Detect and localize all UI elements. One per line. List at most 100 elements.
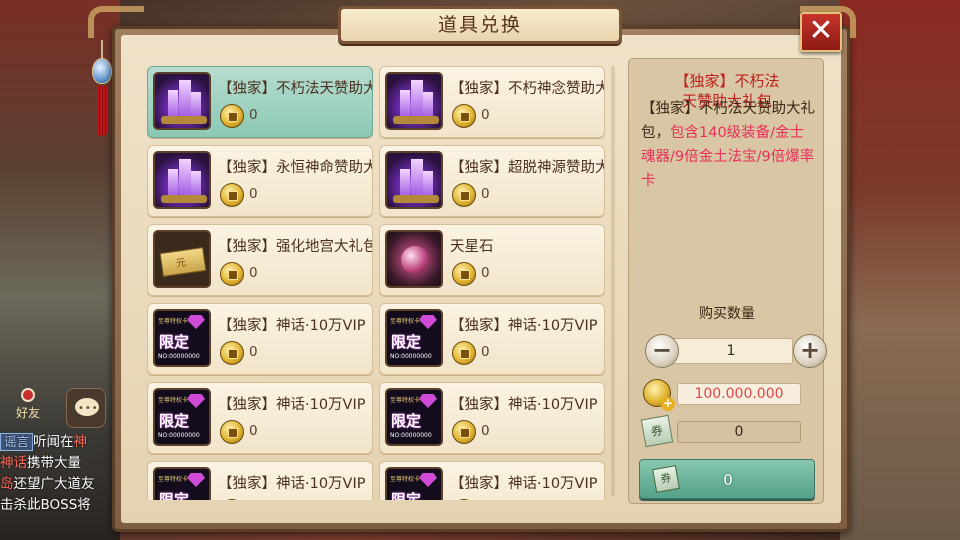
item-price: 0 bbox=[249, 186, 258, 202]
item-price: 0 bbox=[481, 344, 490, 360]
item-name: 【独家】超脱神源赞助大礼包 bbox=[450, 160, 604, 176]
friends-button[interactable]: 好友 bbox=[8, 388, 48, 428]
gold-coin-add-icon[interactable] bbox=[643, 379, 675, 411]
quantity-label: 购买数量 bbox=[699, 306, 755, 322]
item-list-scrollbar[interactable] bbox=[611, 66, 615, 496]
crystal-pack-icon bbox=[153, 72, 211, 130]
notification-dot-icon bbox=[21, 388, 35, 402]
chat-button[interactable]: ••• bbox=[66, 388, 106, 428]
red-tassel-icon bbox=[97, 86, 107, 136]
item-card[interactable]: 至尊特权卡限定NO:00000000 【独家】神话·10万VIP 0 bbox=[147, 303, 373, 375]
item-price: 0 bbox=[249, 344, 258, 360]
quantity-input[interactable]: 1 bbox=[669, 338, 793, 364]
chat-line: 岛还望广大道友 bbox=[0, 476, 95, 492]
title-plaque: 道具兑换 bbox=[338, 6, 622, 44]
diamond-icon bbox=[419, 473, 437, 487]
copper-coin-icon bbox=[220, 104, 244, 128]
rumor-tag: 谣言 bbox=[0, 433, 34, 451]
item-card[interactable]: 至尊特权卡限定NO:00000000 【独家】神话·10万VIP 0 bbox=[379, 382, 605, 454]
item-name: 【独家】神话·10万VIP bbox=[218, 397, 366, 413]
copper-coin-icon bbox=[452, 183, 476, 207]
item-name: 【独家】神话·10万VIP bbox=[450, 318, 598, 334]
vip-card-icon: 至尊特权卡限定NO:00000000 bbox=[385, 309, 443, 367]
item-card[interactable]: 天星石 0 bbox=[379, 224, 605, 296]
exchange-button-price: 0 bbox=[723, 471, 733, 489]
exchange-button[interactable]: 券 0 bbox=[639, 459, 815, 499]
background-scenery-right bbox=[840, 0, 960, 540]
decrease-quantity-button[interactable]: − bbox=[645, 334, 679, 368]
item-name: 【独家】强化地宫大礼包 bbox=[218, 239, 372, 255]
chat-toolbar: 好友 ••• bbox=[4, 388, 110, 432]
chat-line: 谣言 听闻在神 bbox=[0, 432, 112, 453]
item-card[interactable]: 【独家】永恒神命赞助大礼包 0 bbox=[147, 145, 373, 217]
item-price: 0 bbox=[249, 265, 258, 281]
vip-card-icon: 至尊特权卡限定NO:00000000 bbox=[153, 309, 211, 367]
vip-card-icon: 至尊特权卡限定NO:00000000 bbox=[153, 467, 211, 500]
item-price: 0 bbox=[481, 423, 490, 439]
window-title: 道具兑换 bbox=[437, 14, 522, 36]
copper-coin-icon bbox=[220, 499, 244, 500]
ticket-cost-row: 券 0 bbox=[640, 414, 813, 448]
item-name: 【独家】不朽法天赞助大礼包 bbox=[218, 81, 372, 97]
copper-coin-icon bbox=[452, 499, 476, 500]
item-grid: 【独家】不朽法天赞助大礼包0【独家】不朽神念赞助大礼包0【独家】永恒神命赞助大礼… bbox=[147, 66, 609, 500]
exchange-ticket-icon: 券 bbox=[640, 414, 674, 448]
item-card[interactable]: 至尊特权卡限定NO:00000000 【独家】神话·10万VIP 0 bbox=[379, 303, 605, 375]
copper-coin-icon bbox=[452, 104, 476, 128]
star-stone-icon bbox=[385, 230, 443, 288]
item-card[interactable]: 【独家】超脱神源赞助大礼包 0 bbox=[379, 145, 605, 217]
item-name: 【独家】神话·10万VIP bbox=[450, 476, 598, 492]
detail-description: 【独家】不朽法天赞助大礼包，包含140级装备/金士魂器/9倍金土法宝/9倍爆率卡 bbox=[641, 101, 815, 189]
item-name: 【独家】神话·10万VIP bbox=[450, 397, 598, 413]
copper-coin-icon bbox=[452, 341, 476, 365]
chat-line: 神话携带大量 bbox=[0, 455, 81, 471]
item-price: 0 bbox=[481, 107, 490, 123]
diamond-icon bbox=[419, 394, 437, 408]
frame-corner-ornament-left bbox=[88, 6, 144, 38]
chat-log: 谣言 听闻在神 神话携带大量 岛还望广大道友 击杀此BOSS将 bbox=[0, 432, 112, 516]
crystal-pack-icon bbox=[153, 151, 211, 209]
item-name: 【独家】神话·10万VIP bbox=[218, 476, 366, 492]
copper-coin-icon bbox=[220, 262, 244, 286]
item-card[interactable]: 至尊特权卡限定NO:00000000【独家】神话·10万VIP0 bbox=[147, 461, 373, 500]
item-name: 【独家】神话·10万VIP bbox=[218, 318, 366, 334]
item-price: 0 bbox=[249, 107, 258, 123]
vip-card-icon: 至尊特权卡限定NO:00000000 bbox=[153, 388, 211, 446]
item-name: 【独家】永恒神命赞助大礼包 bbox=[218, 160, 372, 176]
item-price: 0 bbox=[481, 186, 490, 202]
quantity-stepper: 1 − + bbox=[645, 334, 827, 368]
diamond-icon bbox=[419, 315, 437, 329]
close-icon: ✕ bbox=[808, 13, 834, 48]
jade-pendant-icon bbox=[92, 58, 112, 84]
item-card[interactable]: 【独家】不朽神念赞助大礼包 0 bbox=[379, 66, 605, 138]
item-card[interactable]: 【独家】不朽法天赞助大礼包 0 bbox=[147, 66, 373, 138]
ticket-cost: 0 bbox=[677, 421, 801, 443]
friends-label: 好友 bbox=[15, 406, 40, 420]
ticket-icon: 元 bbox=[153, 230, 211, 288]
diamond-icon bbox=[187, 473, 205, 487]
crystal-pack-icon bbox=[385, 72, 443, 130]
item-card[interactable]: 至尊特权卡限定NO:00000000【独家】神话·10万VIP0 bbox=[379, 461, 605, 500]
chat-line: 击杀此BOSS将 bbox=[0, 497, 91, 513]
item-card[interactable]: 至尊特权卡限定NO:00000000 【独家】神话·10万VIP 0 bbox=[147, 382, 373, 454]
diamond-icon bbox=[187, 315, 205, 329]
gold-cost-row: 100.000.000 bbox=[643, 379, 813, 411]
item-price: 0 bbox=[249, 423, 258, 439]
diamond-icon bbox=[187, 394, 205, 408]
crystal-pack-icon bbox=[385, 151, 443, 209]
item-name: 【独家】不朽神念赞助大礼包 bbox=[450, 81, 604, 97]
copper-coin-icon bbox=[220, 420, 244, 444]
gold-balance: 100.000.000 bbox=[677, 383, 801, 405]
item-detail-panel: 【独家】不朽法 天赞助大礼包 【独家】不朽法天赞助大礼包，包含140级装备/金士… bbox=[628, 58, 827, 504]
copper-coin-icon bbox=[220, 183, 244, 207]
copper-coin-icon bbox=[452, 262, 476, 286]
item-card[interactable]: 元【独家】强化地宫大礼包 0 bbox=[147, 224, 373, 296]
close-button[interactable]: ✕ bbox=[800, 12, 842, 52]
increase-quantity-button[interactable]: + bbox=[793, 334, 827, 368]
item-price: 0 bbox=[481, 265, 490, 281]
vip-card-icon: 至尊特权卡限定NO:00000000 bbox=[385, 388, 443, 446]
vip-card-icon: 至尊特权卡限定NO:00000000 bbox=[385, 467, 443, 500]
item-name: 天星石 bbox=[450, 239, 494, 255]
copper-coin-icon bbox=[220, 341, 244, 365]
copper-coin-icon bbox=[452, 420, 476, 444]
